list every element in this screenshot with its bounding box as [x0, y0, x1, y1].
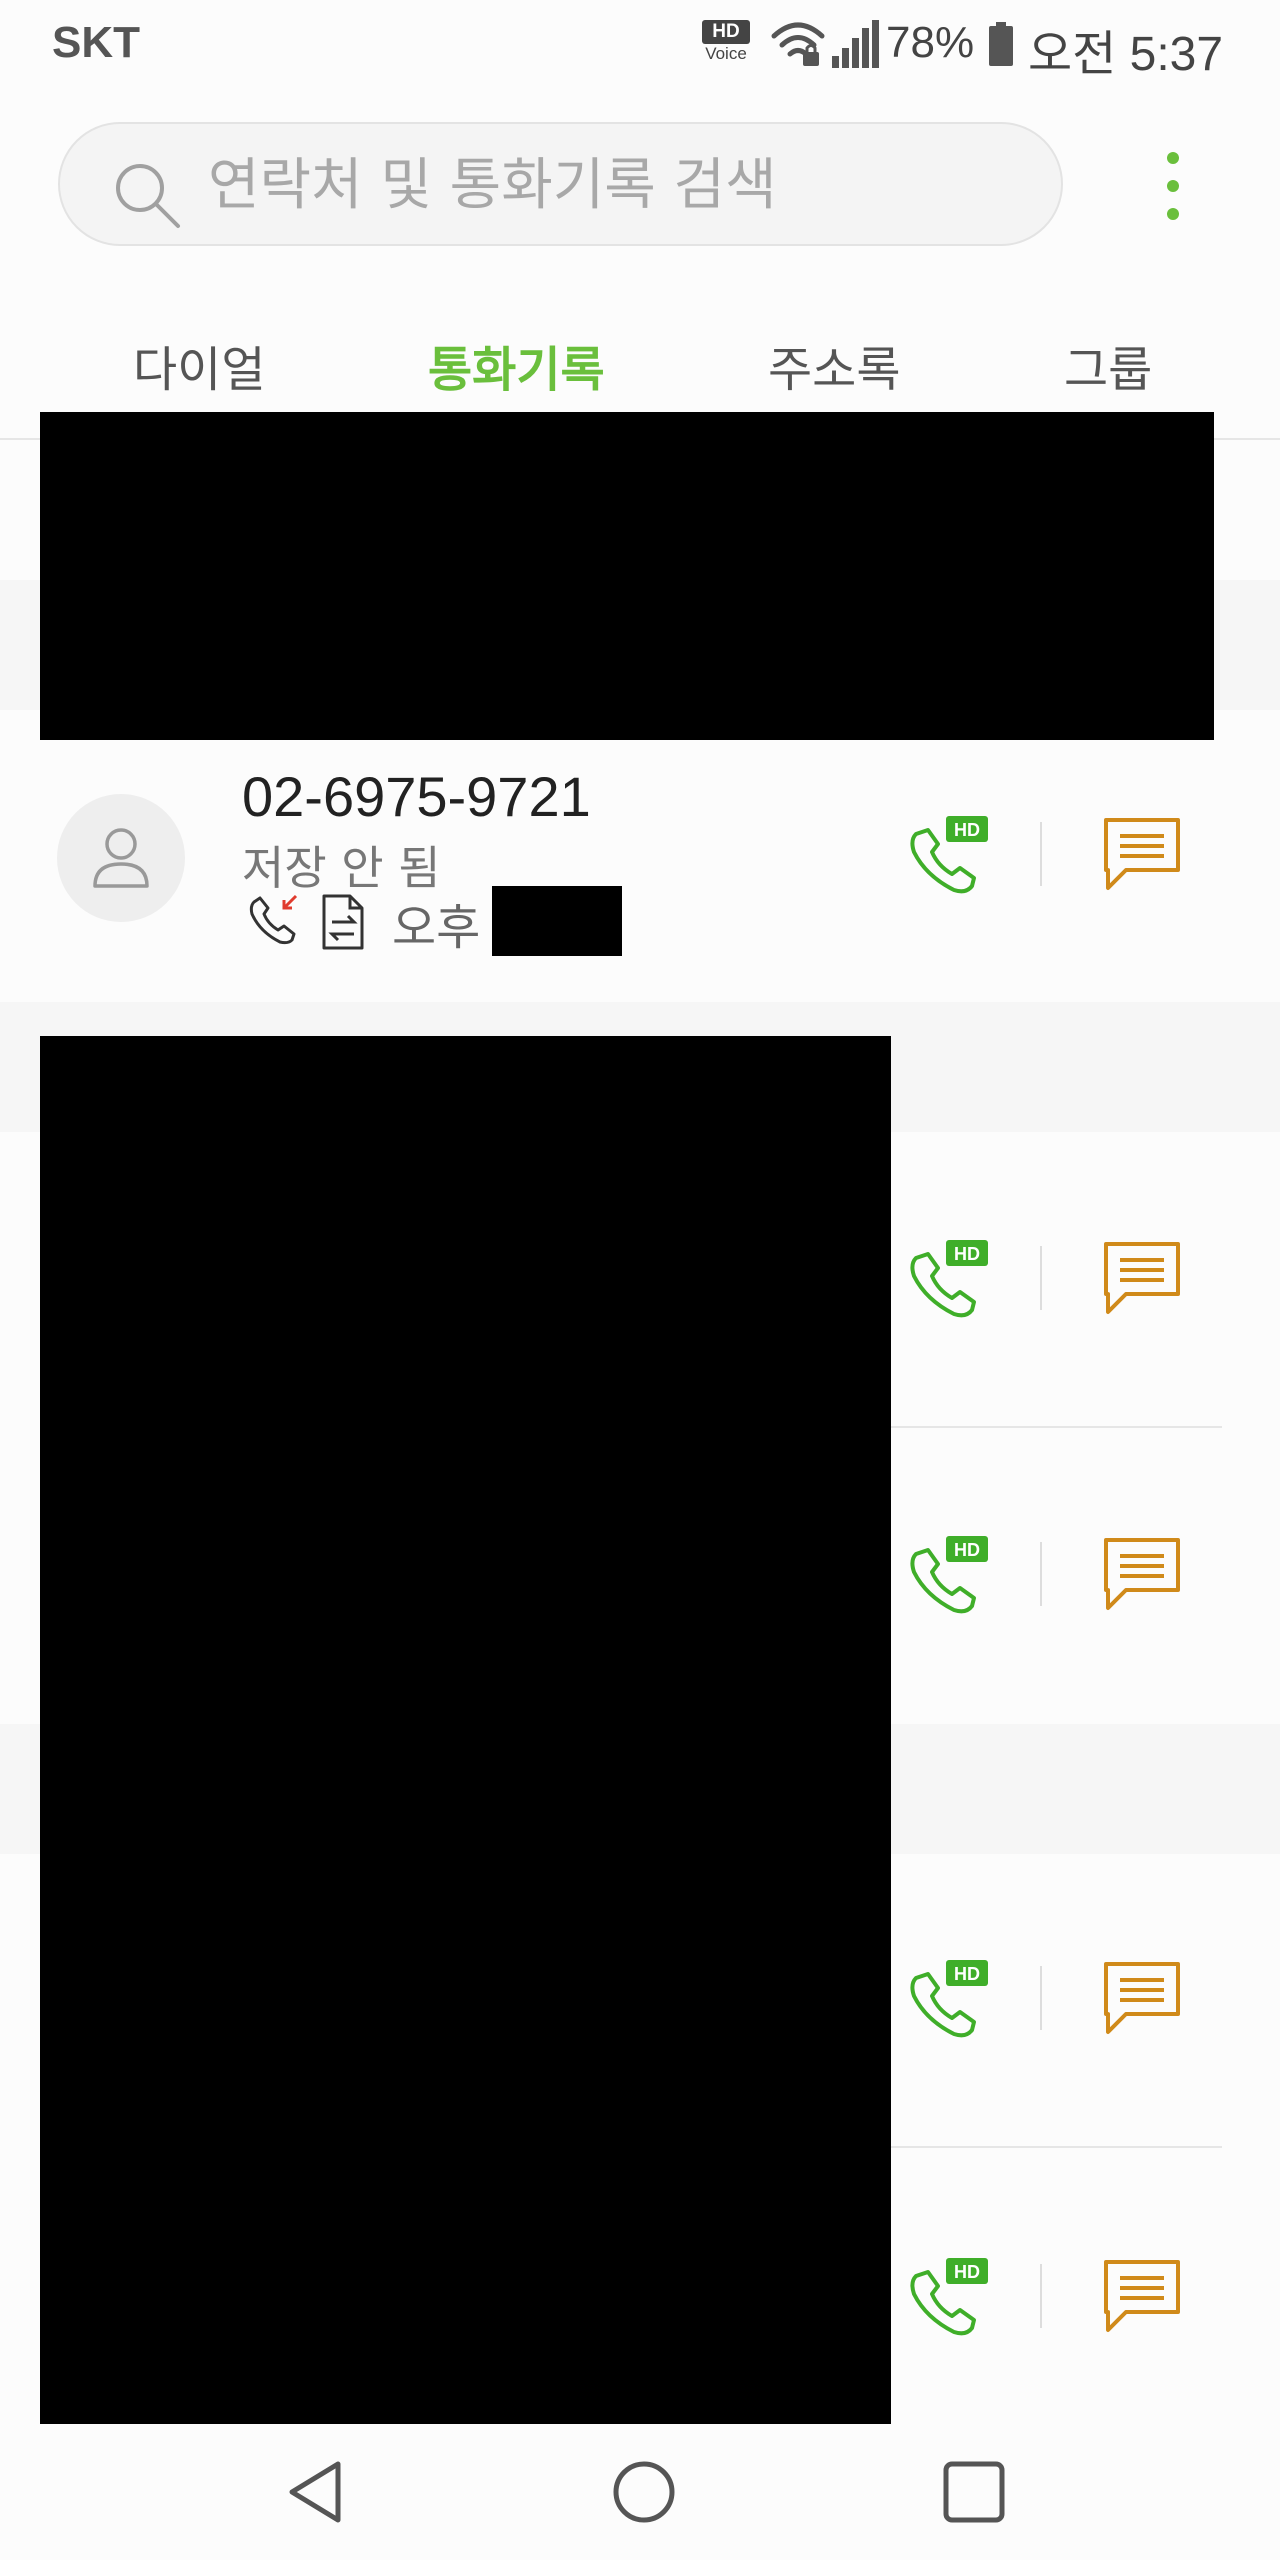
redacted-time: [492, 886, 622, 956]
person-icon: [93, 828, 149, 888]
transfer-document-icon: [322, 894, 364, 950]
hd-call-icon[interactable]: HD: [906, 1532, 990, 1616]
back-icon[interactable]: [280, 2456, 352, 2528]
redacted-block: [40, 412, 1214, 740]
hd-call-icon[interactable]: HD: [906, 1956, 990, 2040]
tab-dialer[interactable]: 다이얼: [133, 330, 265, 400]
wifi-icon: [771, 22, 825, 66]
message-icon[interactable]: [1100, 1956, 1184, 2040]
hd-call-icon[interactable]: HD: [906, 812, 990, 896]
hd-voice-voice: Voice: [705, 44, 747, 63]
redacted-block: [40, 1036, 891, 2424]
action-separator: [1040, 822, 1042, 886]
row-divider: [890, 2146, 1222, 2148]
hd-call-icon[interactable]: HD: [906, 2254, 990, 2338]
avatar[interactable]: [57, 794, 185, 922]
hd-voice-hd: HD: [702, 20, 750, 44]
hd-call-icon[interactable]: HD: [906, 1236, 990, 1320]
row-divider: [890, 1426, 1222, 1428]
action-separator: [1040, 1966, 1042, 2030]
navigation-bar: [0, 2424, 1280, 2560]
battery-icon: [989, 22, 1013, 66]
search-input[interactable]: [208, 152, 1028, 218]
action-separator: [1040, 1542, 1042, 1606]
hd-badge-text: HD: [954, 2262, 980, 2282]
action-separator: [1040, 2264, 1042, 2328]
search-icon: [116, 164, 180, 228]
call-number: 02-6975-9721: [242, 765, 591, 828]
battery-percent: 78%: [886, 18, 975, 67]
action-separator: [1040, 1246, 1042, 1310]
home-icon[interactable]: [608, 2456, 680, 2528]
status-bar: SKT HD Voice 78% 오전 5:37: [0, 0, 1280, 90]
call-log-row[interactable]: [0, 710, 1280, 1002]
clock: 오전 5:37: [1028, 28, 1224, 81]
message-icon[interactable]: [1100, 2254, 1184, 2338]
message-icon[interactable]: [1100, 1236, 1184, 1320]
hd-voice-icon: HD Voice: [698, 18, 754, 68]
call-time-prefix: 오후: [392, 900, 481, 956]
recent-apps-icon[interactable]: [938, 2456, 1010, 2528]
carrier-label: SKT: [52, 18, 140, 67]
hd-badge-text: HD: [954, 820, 980, 840]
hd-badge-text: HD: [954, 1964, 980, 1984]
tab-call-log[interactable]: 통화기록: [428, 330, 605, 400]
hd-badge-text: HD: [954, 1540, 980, 1560]
missed-call-icon: [249, 894, 298, 945]
hd-badge-text: HD: [954, 1244, 980, 1264]
message-icon[interactable]: [1100, 812, 1184, 896]
tab-groups[interactable]: 그룹: [1064, 330, 1152, 400]
tab-contacts[interactable]: 주소록: [768, 330, 900, 400]
message-icon[interactable]: [1100, 1532, 1184, 1616]
more-vertical-icon[interactable]: [1158, 148, 1188, 224]
search-bar[interactable]: [58, 122, 1063, 246]
signal-icon: [832, 20, 879, 68]
